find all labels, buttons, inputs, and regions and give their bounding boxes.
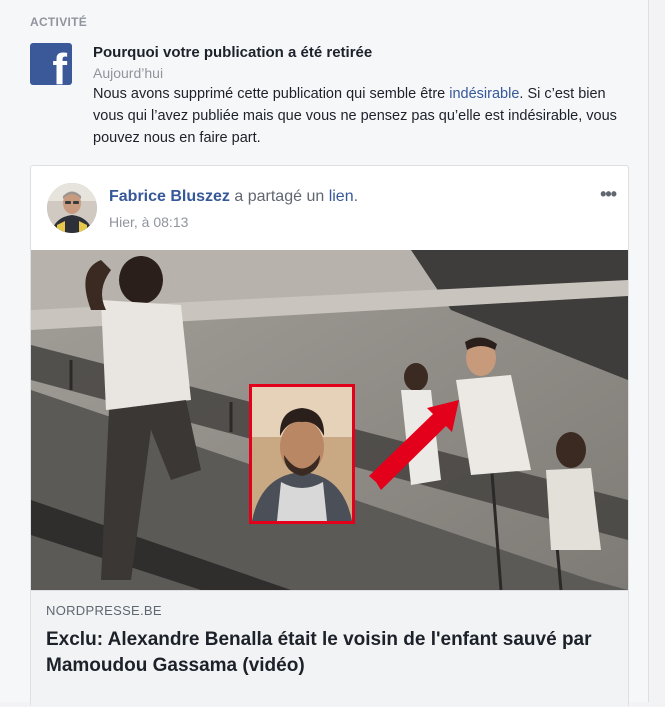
- avatar-image: [47, 183, 97, 233]
- notification-body-text: Nous avons supprimé cette publication qu…: [93, 86, 450, 102]
- post-action-text: a partagé un: [229, 188, 329, 205]
- balcony-photo: [31, 250, 628, 590]
- activity-panel: ACTIVITÉ f Pourquoi votre publication a …: [0, 0, 649, 707]
- author-name-link[interactable]: Fabrice Bluszez: [109, 188, 230, 205]
- section-title: ACTIVITÉ: [30, 15, 88, 29]
- avatar[interactable]: [47, 183, 97, 233]
- facebook-logo-letter: f: [52, 45, 67, 86]
- post-timestamp[interactable]: Hier, à 08:13: [109, 214, 188, 230]
- shared-post-card: Fabrice Bluszez a partagé un lien. Hier,…: [30, 165, 629, 707]
- facebook-logo-icon: f: [30, 43, 72, 85]
- shared-link-word[interactable]: lien: [329, 188, 354, 205]
- notification-title: Pourquoi votre publication a été retirée: [93, 44, 373, 61]
- link-preview-meta[interactable]: NORDPRESSE.BE Exclu: Alexandre Benalla é…: [31, 590, 628, 707]
- link-domain: NORDPRESSE.BE: [46, 603, 162, 618]
- notification-body: Nous avons supprimé cette publication qu…: [93, 83, 623, 149]
- post-action-end: .: [353, 188, 359, 205]
- notification-time: Aujourd’hui: [93, 65, 164, 81]
- more-options-icon[interactable]: •••: [600, 184, 617, 205]
- notification[interactable]: Pourquoi votre publication a été retirée…: [93, 44, 623, 149]
- link-preview-image[interactable]: [31, 250, 628, 590]
- undesirable-link[interactable]: indésirable: [449, 86, 519, 102]
- link-headline[interactable]: Exclu: Alexandre Benalla était le voisin…: [46, 627, 616, 679]
- post-header: Fabrice Bluszez a partagé un lien.: [109, 188, 358, 206]
